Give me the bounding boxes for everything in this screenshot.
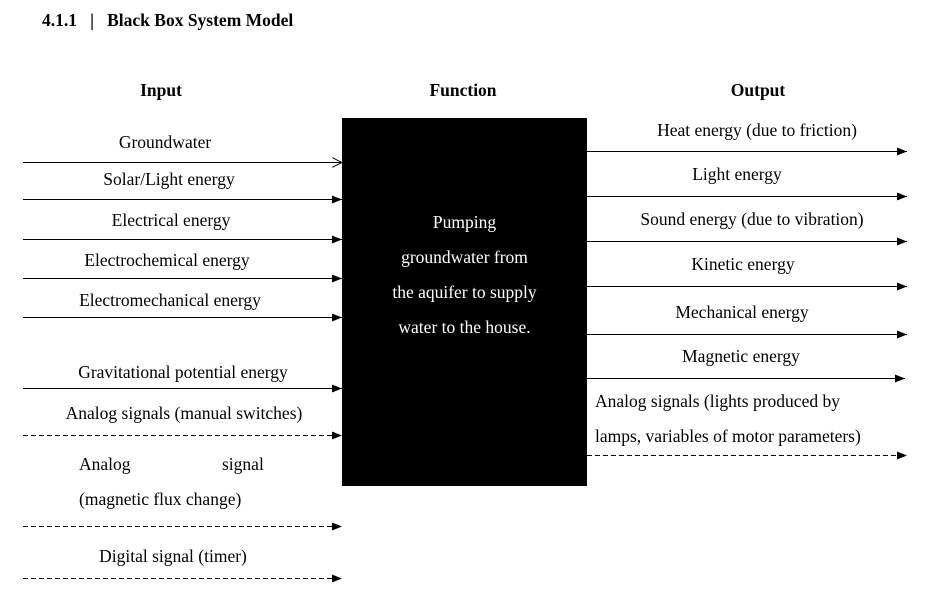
input-arrows [23, 163, 342, 583]
arrows-layer [23, 147, 907, 583]
output-arrows [587, 147, 907, 460]
